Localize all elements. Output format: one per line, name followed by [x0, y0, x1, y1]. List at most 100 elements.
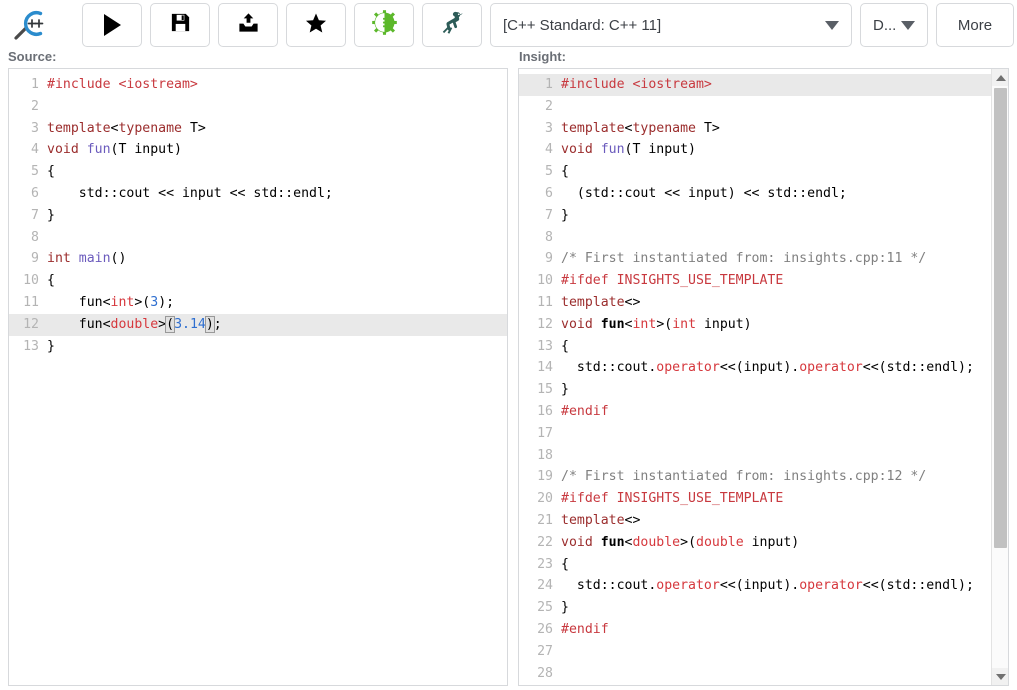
code-line[interactable]: 12 void fun<int>(int input): [519, 314, 1008, 336]
code-line[interactable]: 13 {: [519, 336, 1008, 358]
line-number: 16: [537, 403, 553, 419]
source-code-lines[interactable]: 1 #include <iostream> 2 3 template<typename …: [9, 69, 507, 357]
code-token: <<(std::endl);: [862, 578, 974, 594]
code-token: fun<: [47, 316, 111, 332]
code-token: <<(input).: [719, 578, 800, 594]
code-line[interactable]: 18: [519, 445, 1008, 467]
code-line[interactable]: 23 {: [519, 554, 1008, 576]
line-text: {: [561, 336, 1008, 358]
code-line[interactable]: 5{: [9, 161, 507, 183]
code-token: double: [110, 316, 159, 332]
code-line[interactable]: 22 void fun<double>(double input): [519, 532, 1008, 554]
more-button[interactable]: More: [936, 3, 1014, 47]
code-token: operator: [656, 578, 720, 594]
code-line[interactable]: 9 /* First instantiated from: insights.cp…: [519, 248, 1008, 270]
code-line[interactable]: 8: [9, 227, 507, 249]
code-line[interactable]: 12 fun<double>(3.14);: [9, 313, 507, 336]
code-line[interactable]: 27: [519, 641, 1008, 663]
cpp-insights-magnifier-logo[interactable]: [4, 2, 56, 48]
code-line[interactable]: 11 template<>: [519, 292, 1008, 314]
line-number: 5: [545, 164, 553, 180]
upload-button[interactable]: [218, 3, 278, 47]
code-line[interactable]: 11 fun<int>(3);: [9, 292, 507, 314]
line-number: 2: [545, 98, 553, 114]
code-line[interactable]: 2: [519, 96, 1008, 118]
line-text: /* First instantiated from: insights.cpp…: [561, 248, 1008, 270]
code-token: int: [632, 316, 657, 332]
line-text: fun<int>(3);: [47, 292, 507, 314]
upload-icon: [237, 11, 260, 39]
insight-scrollbar[interactable]: [991, 69, 1008, 685]
source-code-editor[interactable]: 1 #include <iostream> 2 3 template<typename …: [8, 68, 508, 686]
code-token: }: [561, 207, 569, 223]
code-token: template: [561, 512, 625, 528]
code-token: {: [561, 164, 569, 180]
code-token: operator: [799, 360, 863, 376]
code-line[interactable]: 8: [519, 227, 1008, 249]
code-line[interactable]: 7}: [519, 205, 1008, 227]
code-line[interactable]: 7}: [9, 205, 507, 227]
code-line[interactable]: 1 #include <iostream>: [9, 74, 507, 96]
compiler-explorer-button[interactable]: [354, 3, 414, 47]
code-line[interactable]: 10 #ifdef INSIGHTS_USE_TEMPLATE: [519, 270, 1008, 292]
code-line[interactable]: 10 {: [9, 270, 507, 292]
code-token: template: [561, 120, 625, 136]
line-text: void fun<double>(double input): [561, 532, 1008, 554]
code-line[interactable]: 16 #endif: [519, 401, 1008, 423]
code-token: void: [561, 534, 601, 550]
code-line[interactable]: 3 template<typename T>: [9, 118, 507, 140]
code-line[interactable]: 21 template<>: [519, 510, 1008, 532]
cpp-standard-select[interactable]: [C++ Standard: C++ 11]: [490, 3, 852, 47]
quick-bench-button[interactable]: [422, 3, 482, 47]
line-number: 14: [537, 360, 553, 376]
code-line[interactable]: 2: [9, 96, 507, 118]
code-line[interactable]: 28: [519, 663, 1008, 685]
scrollbar-up-button[interactable]: [992, 69, 1008, 86]
code-line[interactable]: 3 template<typename T>: [519, 118, 1008, 140]
line-text: }: [561, 205, 1008, 227]
code-token: {: [561, 338, 569, 354]
code-line[interactable]: 15}: [519, 379, 1008, 401]
line-text: {: [561, 161, 1008, 183]
code-line[interactable]: 4 void fun(T input): [9, 139, 507, 161]
code-line[interactable]: 9 int main(): [9, 248, 507, 270]
line-number: 6: [545, 185, 553, 201]
code-line[interactable]: 5{: [519, 161, 1008, 183]
favorite-button[interactable]: [286, 3, 346, 47]
code-line[interactable]: 6 (std::cout << input) << std::endl;: [519, 183, 1008, 205]
code-token: typename: [118, 120, 183, 136]
code-token: typename: [632, 120, 697, 136]
code-token: {: [47, 164, 55, 180]
scrollbar-down-button[interactable]: [992, 668, 1008, 685]
line-text: void fun(T input): [47, 139, 507, 161]
line-text: #ifdef INSIGHTS_USE_TEMPLATE: [561, 488, 1008, 510]
code-line[interactable]: 24 std::cout.operator<<(input).operator<…: [519, 575, 1008, 597]
line-number: 4: [545, 142, 553, 158]
code-line[interactable]: 4 void fun(T input): [519, 139, 1008, 161]
insight-code-editor[interactable]: 1 #include <iostream> 2 3 template<typename …: [518, 68, 1009, 686]
code-token: void: [561, 316, 601, 332]
code-line[interactable]: 6 std::cout << input << std::endl;: [9, 183, 507, 205]
line-number: 9: [545, 251, 553, 267]
line-text: template<typename T>: [561, 118, 1008, 140]
line-number: 3: [31, 120, 39, 136]
code-line[interactable]: 19 /* First instantiated from: insights.c…: [519, 466, 1008, 488]
save-button[interactable]: [150, 3, 210, 47]
code-line[interactable]: 17: [519, 423, 1008, 445]
code-token: #include: [47, 77, 119, 92]
code-line[interactable]: 1 #include <iostream>: [519, 74, 1008, 96]
line-number: 5: [31, 164, 39, 180]
code-line[interactable]: 14 std::cout.operator<<(input).operator<…: [519, 357, 1008, 379]
chevron-down-icon: [901, 20, 915, 30]
code-token: #endif: [561, 403, 609, 419]
code-line[interactable]: 13}: [9, 336, 507, 358]
code-line[interactable]: 25}: [519, 597, 1008, 619]
code-line[interactable]: 26 #endif: [519, 619, 1008, 641]
code-token: 3.14: [174, 316, 206, 332]
code-token: fun: [86, 142, 111, 158]
options-select[interactable]: D...: [860, 3, 928, 47]
triangle-down-icon: [995, 673, 1006, 680]
run-button[interactable]: [82, 3, 142, 47]
code-line[interactable]: 20 #ifdef INSIGHTS_USE_TEMPLATE: [519, 488, 1008, 510]
scrollbar-thumb[interactable]: [994, 88, 1007, 548]
